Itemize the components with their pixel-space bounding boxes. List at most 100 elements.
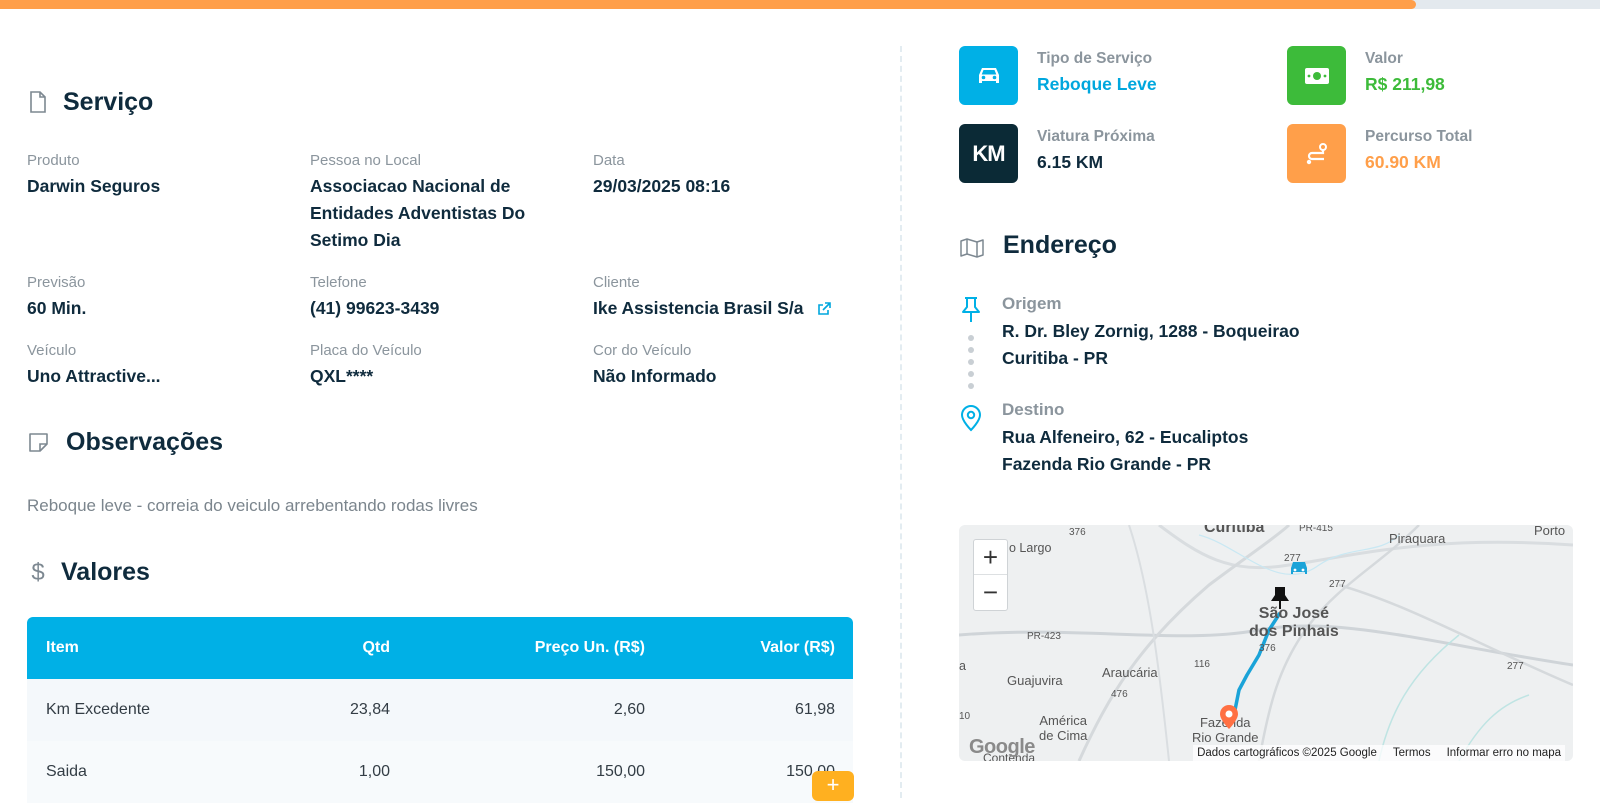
pessoa-value-line: Setimo Dia [310, 230, 401, 250]
telefone-value: (41) 99623-3439 [310, 298, 440, 318]
valores-table: Item Qtd Preço Un. (R$) Valor (R$) Km Ex… [27, 617, 853, 803]
veiculo-value: Uno Attractive... [27, 366, 161, 386]
servico-title: Serviço [63, 88, 154, 116]
table-row: Saida 1,00 150,00 150,00 [27, 741, 853, 803]
map-label: 376 [1069, 527, 1086, 538]
map-report-link[interactable]: Informar erro no mapa [1447, 747, 1561, 759]
column-divider [900, 46, 902, 798]
add-button[interactable]: + [812, 771, 854, 801]
map-label: 277 [1329, 579, 1346, 590]
servico-header: Serviço [27, 88, 153, 117]
veiculo-field: Veículo Uno Attractive... [27, 341, 297, 390]
vehicle-marker-icon[interactable] [1288, 559, 1310, 582]
valor-label: Valor [1365, 50, 1403, 67]
origin-marker-icon[interactable] [1269, 585, 1291, 616]
telefone-label: Telefone [310, 274, 367, 291]
pessoa-value-line: Entidades Adventistas Do [310, 203, 526, 223]
data-label: Data [593, 152, 625, 169]
cell-valor: 150,00 [786, 763, 835, 780]
map-label-line: de Cima [1039, 728, 1088, 743]
cliente-value: Ike Assistencia Brasil S/a [593, 298, 804, 318]
origem-line: Curitiba - PR [1002, 348, 1108, 368]
viatura-label: Viatura Próxima [1037, 128, 1155, 145]
cor-label: Cor do Veículo [593, 342, 692, 359]
percurso-label: Percurso Total [1365, 128, 1473, 145]
route-dots [968, 335, 974, 395]
placa-field: Placa do Veículo QXL**** [310, 341, 580, 390]
produto-field: Produto Darwin Seguros [27, 151, 297, 200]
endereco-title: Endereço [1003, 231, 1117, 259]
map-label-line: dos Pinhais [1249, 623, 1339, 640]
map-label: Araucária [1102, 665, 1158, 680]
destino-line: Fazenda Rio Grande - PR [1002, 454, 1212, 474]
location-pin-icon [959, 404, 983, 437]
google-logo: Google [969, 736, 1035, 758]
dollar-icon: $ [31, 558, 45, 586]
map-label: 476 [1111, 689, 1128, 700]
previsao-field: Previsão 60 Min. [27, 273, 297, 322]
cell-valor: 61,98 [794, 701, 835, 718]
map-label: Porto [1534, 525, 1566, 538]
zoom-out-button[interactable]: − [974, 575, 1007, 610]
valores-title: Valores [61, 558, 150, 586]
cliente-label: Cliente [593, 274, 640, 291]
map-label-line: São José [1258, 605, 1330, 622]
cell-preco: 2,60 [613, 701, 645, 718]
map-label: PR-415 [1299, 525, 1333, 534]
map-label: América de Cima [1039, 713, 1087, 743]
observacoes-header: Observações [27, 428, 223, 457]
cliente-field: Cliente Ike Assistencia Brasil S/a [593, 273, 863, 324]
map-data-credit: Dados cartográficos ©2025 Google [1197, 747, 1377, 759]
origem-address: Origem R. Dr. Bley Zornig, 1288 - Boquei… [1002, 294, 1300, 372]
car-icon [959, 46, 1018, 105]
map-attribution: Dados cartográficos ©2025 Google Termos … [1193, 745, 1565, 761]
telefone-field: Telefone (41) 99623-3439 [310, 273, 580, 322]
map-label: 277 [1507, 661, 1524, 672]
viatura-value: 6.15 KM [1037, 152, 1104, 172]
map-label: o Largo [1009, 541, 1052, 555]
cell-item: Km Excedente [46, 701, 151, 718]
map-label: 10 [959, 711, 971, 722]
document-icon [27, 90, 49, 116]
previsao-value: 60 Min. [27, 298, 87, 318]
map-label: a [959, 659, 966, 673]
summary-panel: Tipo de Serviço Reboque Leve Valor R$ 21… [959, 0, 1574, 798]
produto-value: Darwin Seguros [27, 176, 161, 196]
cor-field: Cor do Veículo Não Informado [593, 341, 863, 390]
table-row: Km Excedente 23,84 2,60 61,98 [27, 679, 853, 741]
destination-marker-icon[interactable] [1218, 703, 1240, 736]
destino-line: Rua Alfeneiro, 62 - Eucaliptos [1002, 427, 1249, 447]
map-zoom-controls: + − [973, 539, 1008, 611]
valores-header: $ Valores [27, 558, 150, 587]
cell-preco: 150,00 [596, 763, 645, 780]
map-label: Piraquara [1389, 531, 1446, 546]
observacoes-text: Reboque leve - correia do veiculo arrebe… [27, 496, 478, 515]
map-terms-link[interactable]: Termos [1393, 747, 1431, 759]
produto-label: Produto [27, 152, 80, 169]
map-icon [959, 233, 985, 259]
note-icon [27, 430, 49, 456]
external-link-icon[interactable] [817, 297, 832, 324]
route-map[interactable]: + − Curitiba o Largo 376 PR-415 Piraquar… [959, 525, 1573, 761]
data-value: 29/03/2025 08:16 [593, 176, 731, 196]
destino-label: Destino [1002, 400, 1065, 419]
map-label: Guajuvira [1007, 673, 1063, 688]
pushpin-icon [959, 296, 983, 329]
percurso-card: Percurso Total 60.90 KM [1287, 124, 1472, 183]
veiculo-label: Veículo [27, 342, 77, 359]
map-label: 116 [1194, 659, 1210, 670]
origem-label: Origem [1002, 294, 1062, 313]
money-icon [1287, 46, 1346, 105]
col-item: Item [46, 639, 79, 656]
valor-card: Valor R$ 211,98 [1287, 46, 1445, 105]
cliente-value-row: Ike Assistencia Brasil S/a [593, 295, 863, 324]
service-details-panel: Serviço Produto Darwin Seguros Pessoa no… [27, 0, 854, 803]
map-label: PR-423 [1027, 631, 1061, 642]
pessoa-field: Pessoa no Local Associacao Nacional de E… [310, 151, 580, 254]
map-label: Curitiba [1204, 525, 1265, 536]
endereco-header: Endereço [959, 231, 1117, 260]
zoom-in-button[interactable]: + [974, 540, 1007, 575]
percurso-value: 60.90 KM [1365, 152, 1441, 172]
tipo-servico-label: Tipo de Serviço [1037, 50, 1153, 67]
km-icon: KM [959, 124, 1018, 183]
